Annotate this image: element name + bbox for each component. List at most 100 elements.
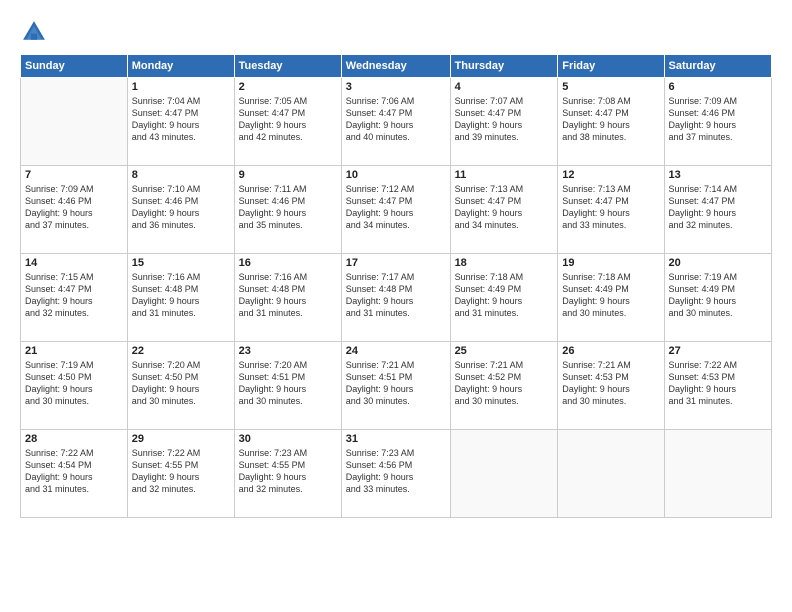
calendar-cell xyxy=(21,78,128,166)
day-number: 13 xyxy=(669,169,767,181)
day-info: Sunrise: 7:21 AMSunset: 4:53 PMDaylight:… xyxy=(562,359,659,408)
calendar-cell: 17 Sunrise: 7:17 AMSunset: 4:48 PMDayligh… xyxy=(341,254,450,342)
day-number: 11 xyxy=(455,169,554,181)
day-info: Sunrise: 7:14 AMSunset: 4:47 PMDaylight:… xyxy=(669,183,767,232)
day-number: 22 xyxy=(132,345,230,357)
day-info: Sunrise: 7:22 AMSunset: 4:55 PMDaylight:… xyxy=(132,447,230,496)
day-info: Sunrise: 7:22 AMSunset: 4:54 PMDaylight:… xyxy=(25,447,123,496)
day-info: Sunrise: 7:23 AMSunset: 4:56 PMDaylight:… xyxy=(346,447,446,496)
day-info: Sunrise: 7:09 AMSunset: 4:46 PMDaylight:… xyxy=(669,95,767,144)
day-number: 8 xyxy=(132,169,230,181)
calendar-week-4: 21Sunrise: 7:19 AMSunset: 4:50 PMDayligh… xyxy=(21,342,772,430)
day-info: Sunrise: 7:10 AMSunset: 4:46 PMDaylight:… xyxy=(132,183,230,232)
day-number: 14 xyxy=(25,257,123,269)
day-info: Sunrise: 7:21 AMSunset: 4:52 PMDaylight:… xyxy=(455,359,554,408)
calendar-week-5: 28 Sunrise: 7:22 AMSunset: 4:54 PMDayligh… xyxy=(21,430,772,518)
weekday-header-sunday: Sunday xyxy=(21,55,128,78)
day-info: Sunrise: 7:04 AMSunset: 4:47 PMDaylight:… xyxy=(132,95,230,144)
day-info: Sunrise: 7:13 AMSunset: 4:47 PMDaylight:… xyxy=(562,183,659,232)
day-info: Sunrise: 7:11 AMSunset: 4:46 PMDaylight:… xyxy=(239,183,337,232)
calendar-cell: 29 Sunrise: 7:22 AMSunset: 4:55 PMDayligh… xyxy=(127,430,234,518)
calendar-cell: 9Sunrise: 7:11 AMSunset: 4:46 PMDaylight… xyxy=(234,166,341,254)
calendar-cell: 30 Sunrise: 7:23 AMSunset: 4:55 PMDayligh… xyxy=(234,430,341,518)
calendar-cell: 2Sunrise: 7:05 AMSunset: 4:47 PMDaylight… xyxy=(234,78,341,166)
calendar-cell: 23Sunrise: 7:20 AMSunset: 4:51 PMDayligh… xyxy=(234,342,341,430)
day-number: 24 xyxy=(346,345,446,357)
day-info: Sunrise: 7:12 AMSunset: 4:47 PMDaylight:… xyxy=(346,183,446,232)
weekday-header-thursday: Thursday xyxy=(450,55,558,78)
day-number: 17 xyxy=(346,257,446,269)
day-number: 3 xyxy=(346,81,446,93)
calendar: SundayMondayTuesdayWednesdayThursdayFrid… xyxy=(20,54,772,518)
logo-icon xyxy=(20,18,48,46)
calendar-cell xyxy=(450,430,558,518)
day-info: Sunrise: 7:20 AMSunset: 4:50 PMDaylight:… xyxy=(132,359,230,408)
day-info: Sunrise: 7:13 AMSunset: 4:47 PMDaylight:… xyxy=(455,183,554,232)
day-number: 19 xyxy=(562,257,659,269)
header xyxy=(20,18,772,46)
calendar-cell: 12 Sunrise: 7:13 AMSunset: 4:47 PMDayligh… xyxy=(558,166,664,254)
day-number: 18 xyxy=(455,257,554,269)
calendar-cell: 27 Sunrise: 7:22 AMSunset: 4:53 PMDayligh… xyxy=(664,342,771,430)
calendar-cell: 31 Sunrise: 7:23 AMSunset: 4:56 PMDayligh… xyxy=(341,430,450,518)
day-number: 4 xyxy=(455,81,554,93)
day-info: Sunrise: 7:23 AMSunset: 4:55 PMDaylight:… xyxy=(239,447,337,496)
day-info: Sunrise: 7:07 AMSunset: 4:47 PMDaylight:… xyxy=(455,95,554,144)
calendar-cell: 24 Sunrise: 7:21 AMSunset: 4:51 PMDayligh… xyxy=(341,342,450,430)
day-number: 20 xyxy=(669,257,767,269)
day-info: Sunrise: 7:17 AMSunset: 4:48 PMDaylight:… xyxy=(346,271,446,320)
weekday-header-monday: Monday xyxy=(127,55,234,78)
day-number: 16 xyxy=(239,257,337,269)
calendar-cell: 10 Sunrise: 7:12 AMSunset: 4:47 PMDayligh… xyxy=(341,166,450,254)
page: SundayMondayTuesdayWednesdayThursdayFrid… xyxy=(0,0,792,612)
day-number: 31 xyxy=(346,433,446,445)
day-info: Sunrise: 7:06 AMSunset: 4:47 PMDaylight:… xyxy=(346,95,446,144)
calendar-cell: 1 Sunrise: 7:04 AMSunset: 4:47 PMDaylight… xyxy=(127,78,234,166)
weekday-header-saturday: Saturday xyxy=(664,55,771,78)
day-info: Sunrise: 7:20 AMSunset: 4:51 PMDaylight:… xyxy=(239,359,337,408)
calendar-week-1: 1 Sunrise: 7:04 AMSunset: 4:47 PMDaylight… xyxy=(21,78,772,166)
calendar-week-2: 7Sunrise: 7:09 AMSunset: 4:46 PMDaylight… xyxy=(21,166,772,254)
weekday-row: SundayMondayTuesdayWednesdayThursdayFrid… xyxy=(21,55,772,78)
calendar-body: 1 Sunrise: 7:04 AMSunset: 4:47 PMDaylight… xyxy=(21,78,772,518)
day-number: 28 xyxy=(25,433,123,445)
logo xyxy=(20,18,52,46)
day-info: Sunrise: 7:09 AMSunset: 4:46 PMDaylight:… xyxy=(25,183,123,232)
calendar-cell: 18 Sunrise: 7:18 AMSunset: 4:49 PMDayligh… xyxy=(450,254,558,342)
day-number: 26 xyxy=(562,345,659,357)
day-number: 5 xyxy=(562,81,659,93)
calendar-cell: 19 Sunrise: 7:18 AMSunset: 4:49 PMDayligh… xyxy=(558,254,664,342)
day-number: 27 xyxy=(669,345,767,357)
day-number: 12 xyxy=(562,169,659,181)
calendar-cell: 21Sunrise: 7:19 AMSunset: 4:50 PMDayligh… xyxy=(21,342,128,430)
day-number: 30 xyxy=(239,433,337,445)
calendar-cell: 8 Sunrise: 7:10 AMSunset: 4:46 PMDaylight… xyxy=(127,166,234,254)
calendar-cell: 15Sunrise: 7:16 AMSunset: 4:48 PMDayligh… xyxy=(127,254,234,342)
day-info: Sunrise: 7:22 AMSunset: 4:53 PMDaylight:… xyxy=(669,359,767,408)
calendar-cell: 13 Sunrise: 7:14 AMSunset: 4:47 PMDayligh… xyxy=(664,166,771,254)
day-info: Sunrise: 7:21 AMSunset: 4:51 PMDaylight:… xyxy=(346,359,446,408)
calendar-cell: 14Sunrise: 7:15 AMSunset: 4:47 PMDayligh… xyxy=(21,254,128,342)
calendar-cell: 6Sunrise: 7:09 AMSunset: 4:46 PMDaylight… xyxy=(664,78,771,166)
calendar-cell: 3 Sunrise: 7:06 AMSunset: 4:47 PMDaylight… xyxy=(341,78,450,166)
day-info: Sunrise: 7:19 AMSunset: 4:49 PMDaylight:… xyxy=(669,271,767,320)
day-number: 25 xyxy=(455,345,554,357)
calendar-cell xyxy=(664,430,771,518)
day-number: 29 xyxy=(132,433,230,445)
calendar-cell: 16Sunrise: 7:16 AMSunset: 4:48 PMDayligh… xyxy=(234,254,341,342)
calendar-cell: 7Sunrise: 7:09 AMSunset: 4:46 PMDaylight… xyxy=(21,166,128,254)
calendar-cell: 5Sunrise: 7:08 AMSunset: 4:47 PMDaylight… xyxy=(558,78,664,166)
calendar-header: SundayMondayTuesdayWednesdayThursdayFrid… xyxy=(21,55,772,78)
calendar-cell: 25 Sunrise: 7:21 AMSunset: 4:52 PMDayligh… xyxy=(450,342,558,430)
day-info: Sunrise: 7:18 AMSunset: 4:49 PMDaylight:… xyxy=(455,271,554,320)
day-number: 1 xyxy=(132,81,230,93)
day-info: Sunrise: 7:19 AMSunset: 4:50 PMDaylight:… xyxy=(25,359,123,408)
day-info: Sunrise: 7:18 AMSunset: 4:49 PMDaylight:… xyxy=(562,271,659,320)
calendar-cell: 11 Sunrise: 7:13 AMSunset: 4:47 PMDayligh… xyxy=(450,166,558,254)
weekday-header-tuesday: Tuesday xyxy=(234,55,341,78)
calendar-cell: 26 Sunrise: 7:21 AMSunset: 4:53 PMDayligh… xyxy=(558,342,664,430)
day-number: 15 xyxy=(132,257,230,269)
calendar-cell xyxy=(558,430,664,518)
day-number: 10 xyxy=(346,169,446,181)
calendar-cell: 28 Sunrise: 7:22 AMSunset: 4:54 PMDayligh… xyxy=(21,430,128,518)
